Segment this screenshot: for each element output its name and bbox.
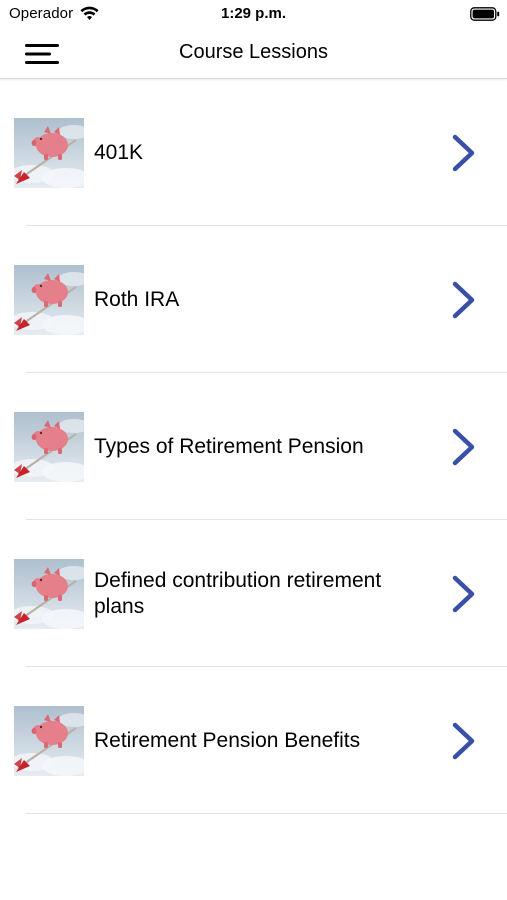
piggy-bank-dart-image xyxy=(14,559,84,629)
lesson-row-roth-ira[interactable]: Roth IRA xyxy=(0,226,507,373)
lesson-row-401k[interactable]: 401K xyxy=(0,79,507,226)
lesson-row-retirement-pension-benefits[interactable]: Retirement Pension Benefits xyxy=(0,667,507,814)
status-time: 1:29 p.m. xyxy=(220,5,287,22)
lesson-row-types-of-retirement-pension[interactable]: Types of Retirement Pension xyxy=(0,373,507,520)
lesson-title: Types of Retirement Pension xyxy=(94,434,364,458)
lesson-row-defined-contribution[interactable]: Defined contribution retirement plans xyxy=(0,520,507,667)
piggy-bank-dart-image xyxy=(14,118,84,188)
chevron-right-icon[interactable] xyxy=(450,575,478,613)
battery-icon xyxy=(470,7,500,21)
chevron-right-icon[interactable] xyxy=(450,134,478,172)
lesson-title: 401K xyxy=(94,140,144,164)
status-bar: Operador 1:29 p.m. xyxy=(0,0,507,30)
lesson-list: 401K Roth IRA Types of Retirement Pensio… xyxy=(0,79,507,814)
piggy-bank-dart-image xyxy=(14,706,84,776)
page-title: Course Lessions xyxy=(179,41,328,63)
lesson-title: Defined contribution retirement plans xyxy=(94,568,382,618)
chevron-right-icon[interactable] xyxy=(450,281,478,319)
lesson-title: Retirement Pension Benefits xyxy=(94,728,361,752)
navigation-bar: Course Lessions xyxy=(0,30,507,79)
chevron-right-icon[interactable] xyxy=(450,722,478,760)
chevron-right-icon[interactable] xyxy=(450,428,478,466)
piggy-bank-dart-image xyxy=(14,265,84,335)
lesson-title: Roth IRA xyxy=(94,287,180,311)
piggy-bank-dart-image xyxy=(14,412,84,482)
